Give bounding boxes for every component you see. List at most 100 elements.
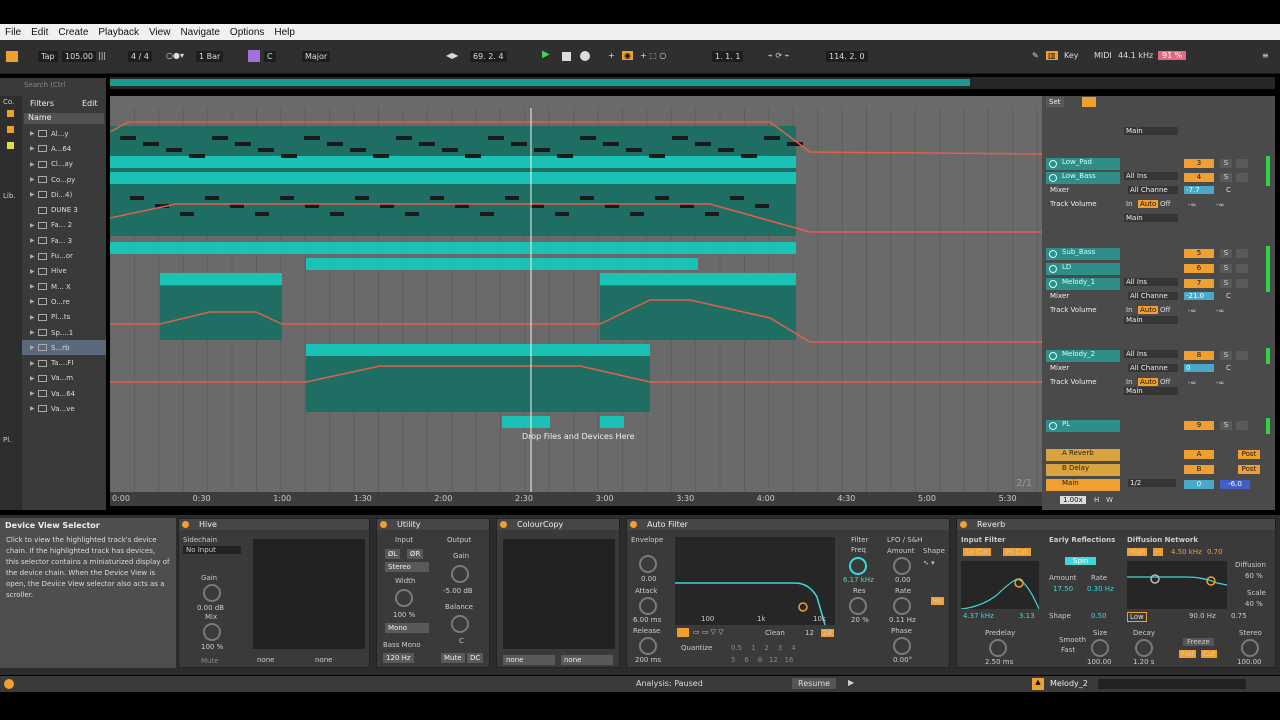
expand-icon[interactable]: ▶: [30, 283, 35, 290]
midi-note[interactable]: [327, 142, 343, 146]
hive-title[interactable]: Hive: [179, 519, 369, 530]
main-volume[interactable]: 0: [1184, 480, 1214, 489]
menu-view[interactable]: View: [144, 27, 176, 38]
arm-icon[interactable]: [1236, 351, 1248, 360]
track-activator-icon[interactable]: [1049, 352, 1057, 360]
high-q-value[interactable]: 0.70: [1207, 548, 1223, 556]
midi-note[interactable]: [505, 196, 519, 200]
midi-note[interactable]: [580, 196, 594, 200]
overdub-icon[interactable]: +: [608, 51, 615, 60]
solo-button[interactable]: S: [1220, 159, 1232, 168]
expand-icon[interactable]: ▶: [30, 145, 35, 152]
fold-icon[interactable]: [1082, 97, 1096, 107]
er-amount-value[interactable]: 17.50: [1053, 585, 1073, 593]
monitor-off[interactable]: Off: [1160, 378, 1170, 386]
track-up-icon[interactable]: ▲: [1032, 678, 1044, 690]
track-header-1[interactable]: Low_Bass: [1046, 172, 1120, 184]
midi-note[interactable]: [255, 212, 269, 216]
menu-playback[interactable]: Playback: [93, 27, 144, 38]
expand-icon[interactable]: ▶: [30, 161, 35, 168]
track-volume-select[interactable]: Track Volume: [1050, 306, 1097, 314]
pan-field[interactable]: C: [1226, 186, 1231, 194]
track-number-1[interactable]: 4: [1184, 173, 1214, 182]
arm-icon[interactable]: [1236, 264, 1248, 273]
main-route-select-3[interactable]: Main: [1124, 316, 1178, 324]
input-filter-width[interactable]: 3.13: [1019, 612, 1035, 620]
menu-navigate[interactable]: Navigate: [175, 27, 224, 38]
automation-arm-icon[interactable]: ◉: [622, 51, 633, 60]
dc-button[interactable]: DC: [467, 653, 484, 663]
solo-button[interactable]: S: [1220, 279, 1232, 288]
track-header-5[interactable]: Melody_2: [1046, 350, 1120, 362]
expand-icon[interactable]: ▶: [30, 237, 35, 244]
lfo-rate-knob[interactable]: [893, 597, 911, 615]
midi-note[interactable]: [189, 154, 205, 158]
width-knob[interactable]: [395, 589, 413, 607]
draw-mode-icon[interactable]: ✎: [1032, 51, 1039, 60]
bass-mono-freq[interactable]: 120 Hz: [383, 653, 414, 663]
track-number-5[interactable]: 8: [1184, 351, 1214, 360]
melody-2-clip-body[interactable]: [306, 356, 650, 412]
hive-mix-knob[interactable]: [203, 623, 221, 641]
main-pan[interactable]: -6.0: [1220, 480, 1250, 489]
track-header-3[interactable]: LD: [1046, 263, 1120, 275]
device-on-icon[interactable]: [500, 521, 507, 528]
high-shelf-button[interactable]: High: [1127, 548, 1148, 556]
circuit-select[interactable]: Clean: [765, 629, 785, 637]
capture-icon[interactable]: + ⬚ ○: [640, 51, 666, 60]
midi-note[interactable]: [350, 148, 366, 152]
res-knob[interactable]: [849, 597, 867, 615]
solo-button[interactable]: S: [1220, 249, 1232, 258]
status-arrow-icon[interactable]: ▶: [848, 678, 854, 687]
low-bass-clip-header[interactable]: [110, 172, 796, 184]
input-channel-select[interactable]: All Channe: [1128, 186, 1178, 194]
monitor-auto[interactable]: Auto: [1138, 306, 1159, 314]
play-icon[interactable]: ▶: [542, 49, 550, 60]
release-knob[interactable]: [639, 637, 657, 655]
colourcopy-device[interactable]: ColourCopy none none: [496, 518, 620, 668]
low-bass-clip[interactable]: [110, 186, 796, 236]
track-volume-select[interactable]: Track Volume: [1050, 378, 1097, 386]
midi-note[interactable]: [212, 136, 228, 140]
midi-note[interactable]: [534, 148, 550, 152]
phase-left-button[interactable]: ØL: [385, 549, 401, 559]
midi-note[interactable]: [465, 154, 481, 158]
input-channel-select[interactable]: All Channe: [1128, 364, 1178, 372]
mixer-select[interactable]: Mixer: [1050, 292, 1069, 300]
track-activator-icon[interactable]: [1049, 265, 1057, 273]
expand-icon[interactable]: ▶: [30, 314, 35, 321]
midi-note[interactable]: [130, 196, 144, 200]
expand-icon[interactable]: ▶: [30, 405, 35, 412]
volume-field[interactable]: 0: [1184, 364, 1214, 372]
expand-icon[interactable]: ▶: [30, 191, 35, 198]
predelay-knob[interactable]: [989, 639, 1007, 657]
pan-field[interactable]: C: [1226, 292, 1231, 300]
tap-tempo-button[interactable]: Tap: [38, 51, 58, 62]
track-volume-select[interactable]: Track Volume: [1050, 200, 1097, 208]
midi-note[interactable]: [480, 212, 494, 216]
attack-knob[interactable]: [639, 597, 657, 615]
post-button[interactable]: Post: [1238, 465, 1260, 474]
browser-search[interactable]: Search (Ctrl: [24, 81, 65, 89]
key-map-icon[interactable]: ▥: [1046, 51, 1058, 60]
midi-note[interactable]: [626, 148, 642, 152]
tempo-field[interactable]: 105.00: [62, 51, 96, 62]
color-tag-yellow-icon[interactable]: [7, 142, 14, 149]
filter-response-display[interactable]: [675, 537, 835, 625]
send-b-field[interactable]: -∞: [1216, 307, 1224, 315]
edit-toggle[interactable]: Edit: [82, 99, 98, 108]
midi-note[interactable]: [355, 196, 369, 200]
expand-icon[interactable]: ▶: [30, 268, 35, 275]
expand-icon[interactable]: ▶: [30, 360, 35, 367]
send-a-field[interactable]: -∞: [1188, 201, 1196, 209]
solo-button[interactable]: S: [1220, 351, 1232, 360]
high-shelf-icon[interactable]: ⌐: [1153, 548, 1163, 556]
midi-note[interactable]: [120, 136, 136, 140]
width-toggle[interactable]: W: [1106, 496, 1113, 504]
track-number-2[interactable]: 5: [1184, 249, 1214, 258]
volume-field[interactable]: -7.7: [1184, 186, 1214, 194]
slope-12-button[interactable]: 12: [805, 629, 814, 637]
loop-start-field[interactable]: 1. 1. 1: [712, 51, 744, 62]
menu-help[interactable]: Help: [269, 27, 300, 38]
expand-icon[interactable]: ▶: [30, 329, 35, 336]
